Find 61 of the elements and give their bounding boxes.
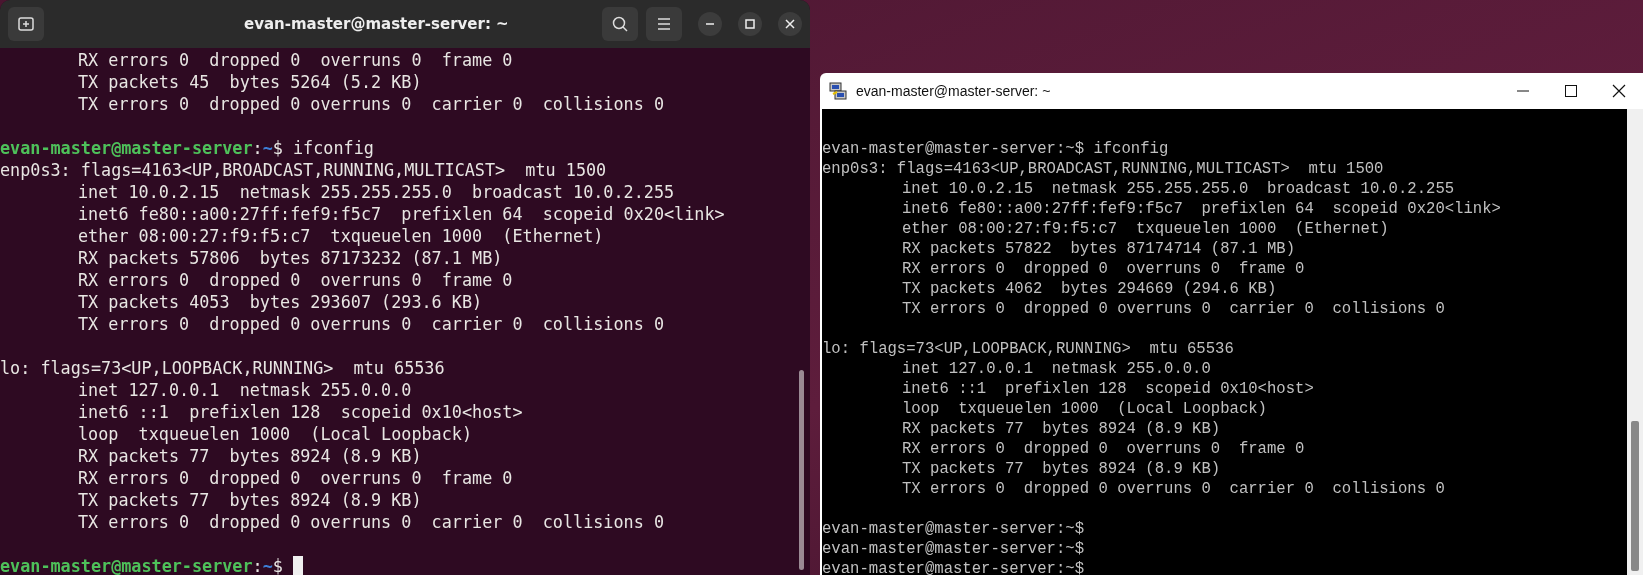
computer-icon <box>828 81 848 101</box>
new-tab-button[interactable] <box>8 7 44 41</box>
window-title: evan-master@master-server: ~ <box>244 15 509 33</box>
output-line: TX packets 4053 bytes 293607 (293.6 KB) <box>78 291 483 313</box>
output-line: TX errors 0 dropped 0 overruns 0 carrier 0 collisions 0 <box>902 300 1445 318</box>
output-line: enp0s3: flags=4163<UP,BROADCAST,RUNNING,MULTICAST> mtu 1500 <box>822 160 1384 178</box>
output-line: evan-master@master-server:~$ <box>822 520 1085 538</box>
output-line: RX errors 0 dropped 0 overruns 0 frame 0 <box>78 467 513 489</box>
minimize-icon <box>705 23 715 25</box>
output-line: inet6 ::1 prefixlen 128 scopeid 0x10<host> <box>902 380 1314 398</box>
output-line: inet6 fe80::a00:27ff:fef9:f5c7 prefixlen 64 scopeid 0x20<link> <box>902 200 1501 218</box>
output-line: inet6 fe80::a00:27ff:fef9:f5c7 prefixlen 64 scopeid 0x20<link> <box>78 203 725 225</box>
maximize-icon <box>745 19 755 29</box>
search-button[interactable] <box>602 7 638 41</box>
output-line: inet 127.0.0.1 netmask 255.0.0.0 <box>902 360 1211 378</box>
output-line: TX errors 0 dropped 0 overruns 0 carrier 0 collisions 0 <box>78 511 664 533</box>
search-icon <box>611 15 629 33</box>
output-line: TX packets 4062 bytes 294669 (294.6 KB) <box>902 280 1277 298</box>
output-line: RX errors 0 dropped 0 overruns 0 frame 0 <box>902 440 1305 458</box>
output-line: ether 08:00:27:f9:f5:c7 txqueuelen 1000 (Ethernet) <box>902 220 1389 238</box>
output-line: inet 10.0.2.15 netmask 255.255.255.0 broadcast 10.0.2.255 <box>78 181 675 203</box>
output-line: RX packets 77 bytes 8924 (8.9 KB) <box>902 420 1221 438</box>
output-line: RX packets 57822 bytes 87174714 (87.1 MB) <box>902 240 1296 258</box>
scrollbar[interactable] <box>1627 109 1643 575</box>
output-line: RX packets 57806 bytes 87173232 (87.1 MB) <box>78 247 503 269</box>
prompt-line: evan-master@master-server:~$ ifconfig <box>0 137 374 159</box>
maximize-button[interactable] <box>738 12 762 36</box>
menu-button[interactable] <box>646 7 682 41</box>
output-line: inet 127.0.0.1 netmask 255.0.0.0 <box>78 379 412 401</box>
output-line: TX errors 0 dropped 0 overruns 0 carrier 0 collisions 0 <box>78 93 664 115</box>
scrollbar[interactable] <box>799 370 804 570</box>
close-icon <box>1612 84 1626 98</box>
output-line: inet 10.0.2.15 netmask 255.255.255.0 broadcast 10.0.2.255 <box>902 180 1455 198</box>
window-title: evan-master@master-server: ~ <box>856 83 1051 99</box>
output-line: enp0s3: flags=4163<UP,BROADCAST,RUNNING,MULTICAST> mtu 1500 <box>0 159 607 181</box>
maximize-icon <box>1565 85 1577 97</box>
output-line: lo: flags=73<UP,LOOPBACK,RUNNING> mtu 65536 <box>822 340 1234 358</box>
output-line: evan-master@master-server:~$ <box>822 540 1085 558</box>
output-line: evan-master@master-server:~$ ifconfig <box>822 140 1169 158</box>
output-line: lo: flags=73<UP,LOOPBACK,RUNNING> mtu 65536 <box>0 357 445 379</box>
output-line: inet6 ::1 prefixlen 128 scopeid 0x10<host> <box>78 401 523 423</box>
prompt-line: evan-master@master-server:~$ <box>0 555 283 575</box>
output-line: loop txqueuelen 1000 (Local Loopback) <box>902 400 1267 418</box>
output-line: evan-master@master-server:~$ <box>822 560 1085 575</box>
output-line: TX packets 77 bytes 8924 (8.9 KB) <box>902 460 1221 478</box>
output-line: loop txqueuelen 1000 (Local Loopback) <box>78 423 473 445</box>
output-line: RX errors 0 dropped 0 overruns 0 frame 0 <box>78 269 513 291</box>
minimize-button[interactable] <box>698 12 722 36</box>
new-tab-icon <box>17 15 35 33</box>
close-icon <box>785 19 795 29</box>
output-line: RX packets 77 bytes 8924 (8.9 KB) <box>78 445 422 467</box>
output-line: TX packets 77 bytes 8924 (8.9 KB) <box>78 489 422 511</box>
output-line: TX packets 45 bytes 5264 (5.2 KB) <box>78 71 422 93</box>
menu-icon <box>656 17 672 31</box>
output-line: TX errors 0 dropped 0 overruns 0 carrier 0 collisions 0 <box>902 480 1445 498</box>
output-line: RX errors 0 dropped 0 overruns 0 frame 0 <box>78 49 513 71</box>
output-line: TX errors 0 dropped 0 overruns 0 carrier 0 collisions 0 <box>78 313 664 335</box>
output-line: RX errors 0 dropped 0 overruns 0 frame 0 <box>902 260 1305 278</box>
output-line: ether 08:00:27:f9:f5:c7 txqueuelen 1000 (Ethernet) <box>78 225 604 247</box>
minimize-icon <box>1517 90 1529 92</box>
close-button[interactable] <box>778 12 802 36</box>
